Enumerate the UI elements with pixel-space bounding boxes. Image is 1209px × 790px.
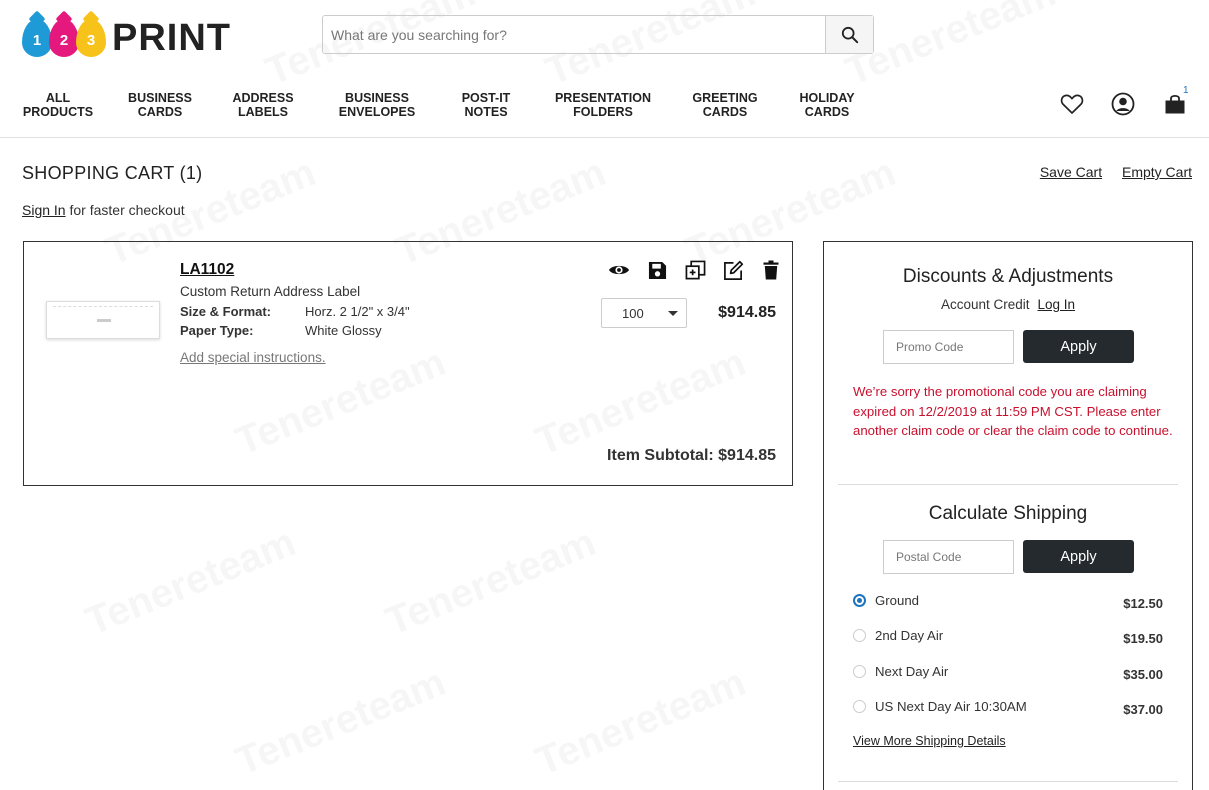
cart-actions: Save Cart Empty Cart [1024, 164, 1192, 180]
promo-code-input[interactable]: Promo Code [883, 330, 1014, 364]
radio-unselected[interactable] [853, 665, 866, 678]
spec-value: White Glossy [305, 323, 382, 338]
spec-paper-type: Paper Type: White Glossy [180, 323, 382, 338]
cart-count-badge: 1 [1183, 85, 1189, 96]
promo-error-message: We’re sorry the promotional code you are… [853, 384, 1173, 438]
search-icon [841, 26, 858, 43]
shipping-option-2nd-day-air[interactable]: 2nd Day Air $19.50 [853, 626, 1163, 646]
spec-label: Size & Format: [180, 304, 272, 319]
apply-promo-button[interactable]: Apply [1023, 330, 1134, 363]
shipping-option-name: Ground [875, 593, 919, 608]
shipping-option-us-next-day-air-1030[interactable]: US Next Day Air 10:30AM $37.00 [853, 697, 1163, 717]
duplicate-icon [685, 260, 705, 279]
special-instructions-link[interactable]: Add special instructions. [180, 350, 326, 365]
heart-icon [1060, 94, 1084, 114]
page-title: SHOPPING CART (1) [22, 163, 203, 183]
nav-holiday-cards[interactable]: HOLIDAY CARDS [799, 91, 854, 119]
wishlist-button[interactable] [1059, 91, 1085, 117]
site-logo[interactable]: 1 2 3 PRINT [22, 14, 231, 62]
radio-selected[interactable] [853, 594, 866, 607]
logo-wordmark: PRINT [112, 17, 231, 59]
shipping-option-cost: $37.00 [1123, 702, 1163, 717]
logo-drops: 1 2 3 [22, 15, 108, 61]
nav-all-products[interactable]: ALL PRODUCTS [23, 91, 93, 119]
nav-business-cards[interactable]: BUSINESS CARDS [128, 91, 192, 119]
nav-greeting-cards[interactable]: GREETING CARDS [692, 91, 757, 119]
nav-presentation-folders[interactable]: PRESENTATION FOLDERS [555, 91, 651, 119]
eye-icon [609, 265, 629, 275]
order-summary-panel: Discounts & Adjustments Account Credit Lo… [823, 241, 1193, 790]
preview-button[interactable] [606, 259, 632, 281]
edit-item-button[interactable] [720, 259, 746, 281]
shipping-option-name: Next Day Air [875, 664, 949, 679]
save-cart-link[interactable]: Save Cart [1040, 164, 1102, 180]
shipping-option-cost: $12.50 [1123, 596, 1163, 611]
sign-in-link[interactable]: Sign In [22, 202, 66, 218]
shipping-heading: Calculate Shipping [928, 503, 1088, 524]
shipping-option-cost: $35.00 [1123, 667, 1163, 682]
empty-cart-link[interactable]: Empty Cart [1122, 164, 1192, 180]
discounts-heading: Discounts & Adjustments [902, 266, 1114, 287]
shipping-option-next-day-air[interactable]: Next Day Air $35.00 [853, 662, 1163, 682]
radio-unselected[interactable] [853, 629, 866, 642]
section-divider [838, 484, 1178, 485]
product-sku-link[interactable]: LA1102 [180, 261, 234, 279]
sign-in-suffix: for faster checkout [65, 202, 185, 218]
apply-postal-button[interactable]: Apply [1023, 540, 1134, 573]
spec-label: Paper Type: [180, 323, 254, 338]
duplicate-item-button[interactable] [682, 259, 708, 281]
account-button[interactable] [1110, 91, 1136, 117]
save-icon [648, 261, 666, 279]
product-name: Custom Return Address Label [180, 284, 361, 299]
quantity-select[interactable]: 100 [601, 298, 687, 328]
log-in-link[interactable]: Log In [1038, 297, 1076, 312]
search-input[interactable] [323, 16, 825, 53]
nav-business-envelopes[interactable]: BUSINESS ENVELOPES [339, 91, 415, 119]
item-actions [606, 259, 784, 281]
sign-in-prompt: Sign In for faster checkout [22, 202, 185, 218]
logo-digit: 1 [32, 32, 42, 49]
edit-icon [723, 260, 743, 280]
nav-post-it-notes[interactable]: POST-IT NOTES [462, 91, 511, 119]
account-credit-line: Account Credit Log In [824, 297, 1192, 312]
spec-size-format: Size & Format: Horz. 2 1/2" x 3/4" [180, 304, 410, 319]
trash-icon [763, 260, 779, 280]
save-item-button[interactable] [644, 259, 670, 281]
user-icon [1111, 92, 1135, 116]
postal-code-input[interactable]: Postal Code [883, 540, 1014, 574]
item-subtotal: Item Subtotal: $914.85 [607, 447, 776, 464]
logo-digit: 3 [86, 32, 96, 49]
quantity-value: 100 [622, 305, 644, 321]
shipping-option-ground[interactable]: Ground $12.50 [853, 591, 1163, 611]
nav-address-labels[interactable]: ADDRESS LABELS [232, 91, 293, 119]
main-nav: ALL PRODUCTS BUSINESS CARDS ADDRESS LABELS … [0, 91, 1209, 121]
chevron-down-icon [668, 311, 678, 316]
shipping-option-cost: $19.50 [1123, 631, 1163, 646]
header-divider [0, 137, 1209, 138]
spec-value: Horz. 2 1/2" x 3/4" [305, 304, 410, 319]
delete-item-button[interactable] [758, 259, 784, 281]
product-thumbnail[interactable] [46, 301, 160, 339]
search-button[interactable] [825, 16, 873, 53]
shipping-option-name: 2nd Day Air [875, 628, 944, 643]
shipping-option-name: US Next Day Air 10:30AM [875, 699, 1027, 714]
view-more-shipping-link[interactable]: View More Shipping Details [853, 734, 1006, 748]
search-bar [322, 15, 874, 54]
logo-digit: 2 [59, 32, 69, 49]
item-price: $914.85 [718, 304, 776, 321]
radio-unselected[interactable] [853, 700, 866, 713]
account-credit-label: Account Credit [940, 297, 1030, 312]
cart-item: LA1102 Custom Return Address Label Size … [23, 241, 793, 486]
section-divider [838, 781, 1178, 782]
